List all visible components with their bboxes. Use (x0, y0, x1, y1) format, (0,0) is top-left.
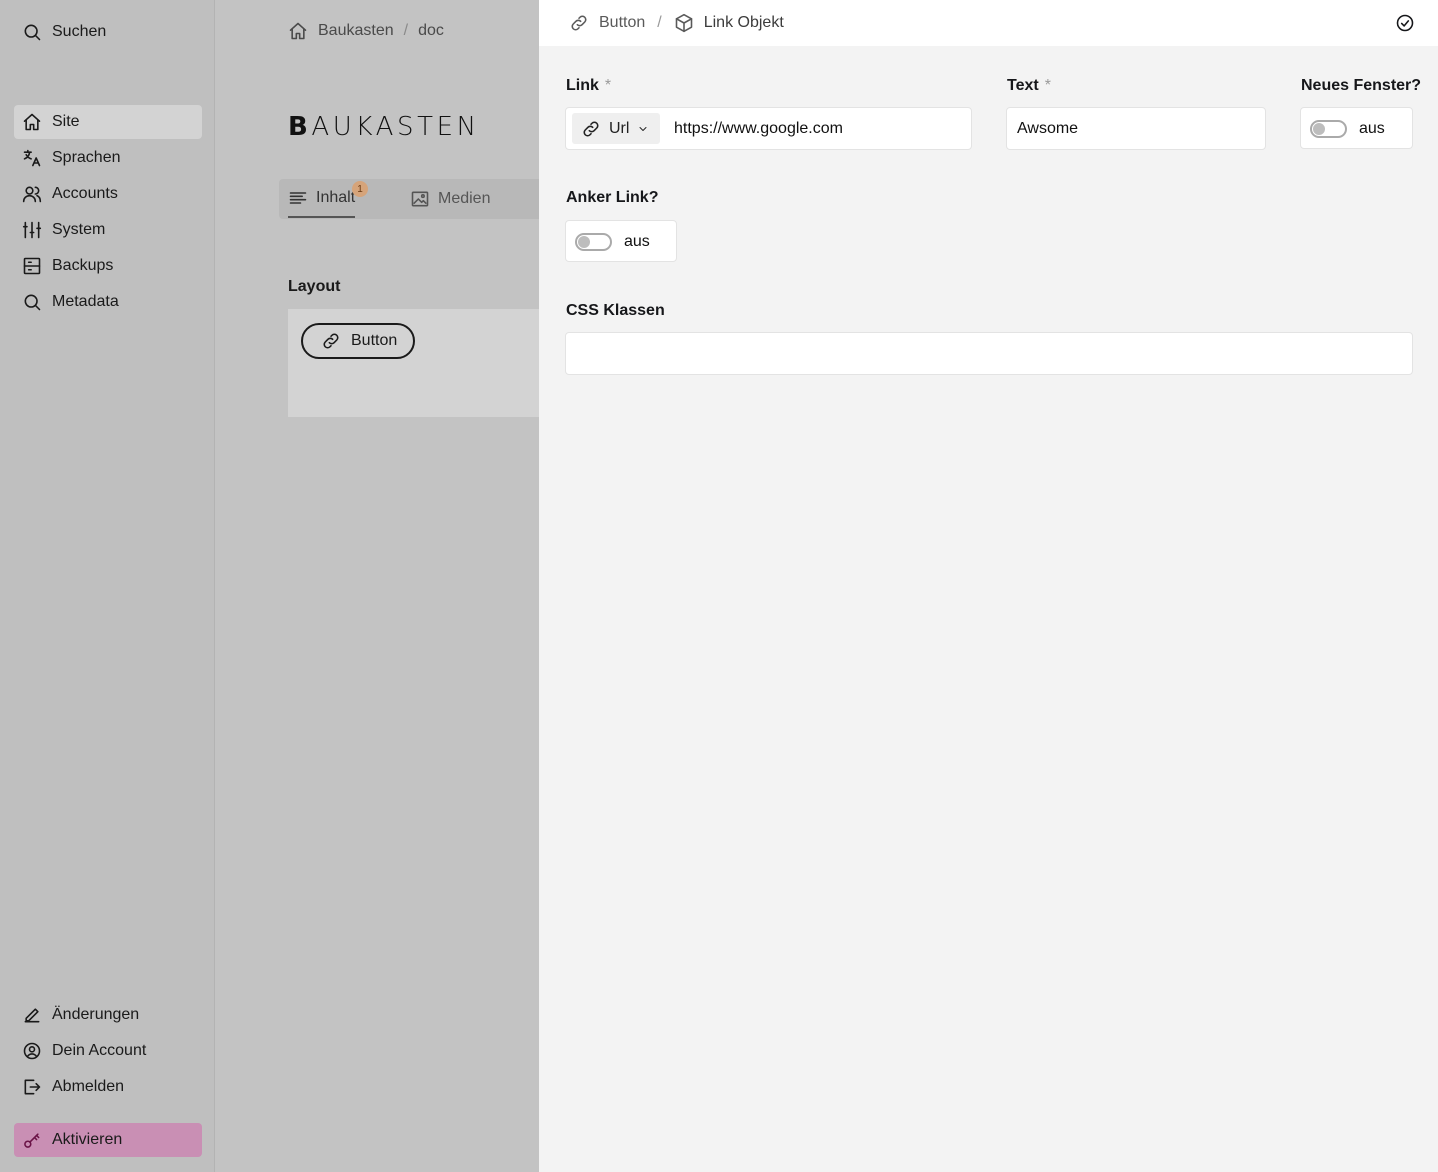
button-block-label: Button (351, 332, 398, 349)
translate-icon (23, 149, 41, 167)
box-icon (675, 13, 693, 33)
activate-label: Aktivieren (52, 1131, 123, 1148)
tab-label: Medien (438, 190, 491, 207)
home-icon[interactable] (288, 21, 308, 41)
sidebar-item-label: Metadata (52, 293, 119, 310)
sidebar-item-label: Accounts (52, 185, 118, 202)
archive-icon (23, 257, 41, 275)
sidebar-item-account[interactable]: Dein Account (14, 1034, 202, 1068)
image-icon (411, 191, 429, 207)
sidebar-item-site[interactable]: Site (14, 105, 202, 139)
sidebar-item-logout[interactable]: Abmelden (14, 1070, 202, 1104)
new-window-state: aus (1359, 120, 1385, 137)
sliders-icon (22, 221, 42, 239)
link-icon (571, 15, 587, 31)
tab-medien[interactable]: Medien (410, 179, 490, 219)
breadcrumb: Baukasten / doc (288, 21, 444, 41)
sidebar-item-label: Änderungen (52, 1006, 140, 1023)
link-type-label: Url (609, 119, 630, 137)
drawer-breadcrumb-current: Link Objekt (703, 14, 784, 31)
tab-badge: 1 (352, 181, 368, 197)
text-input[interactable]: Awsome (1006, 107, 1266, 150)
layout-section-title: Layout (288, 278, 341, 295)
link-field: Url https://www.google.com (565, 107, 972, 150)
sidebar-search-label: Suchen (52, 23, 107, 40)
breadcrumb-separator: / (657, 14, 662, 31)
chevron-down-icon (639, 126, 647, 131)
sidebar-item-label: Backups (52, 257, 114, 274)
sidebar-item-label: Sprachen (52, 149, 121, 166)
breadcrumb-item-page[interactable]: doc (418, 22, 444, 40)
sidebar-item-label: System (52, 221, 106, 238)
link-icon (323, 333, 339, 349)
user-circle-icon (23, 1042, 41, 1060)
text-label: Text * (1007, 77, 1051, 94)
content-tabs: Inhalt 1 Medien (279, 179, 549, 219)
anchor-link-toggle[interactable] (575, 233, 612, 251)
activate-button[interactable]: Aktivieren (14, 1123, 202, 1157)
breadcrumb-separator: / (403, 22, 409, 39)
link-url-input[interactable]: https://www.google.com (674, 120, 843, 138)
search-icon (24, 24, 41, 41)
text-input-value: Awsome (1017, 120, 1079, 137)
search-icon (24, 294, 41, 311)
tab-label: Inhalt (316, 188, 356, 206)
logout-icon (24, 1079, 41, 1095)
sidebar-item-backups[interactable]: Backups (14, 249, 202, 283)
sidebar-item-accounts[interactable]: Accounts (14, 177, 202, 211)
users-icon (22, 186, 42, 203)
button-block[interactable]: Button (301, 323, 416, 359)
anchor-link-state: aus (624, 233, 650, 250)
sidebar: Suchen Site Sprachen Accounts System Bac… (0, 0, 215, 1172)
sidebar-item-label: Site (52, 113, 80, 130)
main-content: Baukasten / doc BAUKASTEN Inhalt 1 Medie… (216, 0, 549, 1172)
drawer-header: Button / Link Objekt (539, 0, 1438, 46)
required-mark: * (1044, 77, 1051, 94)
sidebar-item-changes[interactable]: Änderungen (14, 998, 202, 1032)
home-icon (23, 113, 41, 131)
css-classes-label: CSS Klassen (566, 302, 665, 319)
sidebar-item-sprachen[interactable]: Sprachen (14, 141, 202, 175)
sidebar-item-system[interactable]: System (14, 213, 202, 247)
site-logo: BAUKASTEN (288, 112, 480, 142)
new-window-label: Neues Fenster? (1301, 77, 1422, 94)
sidebar-item-label: Abmelden (52, 1078, 125, 1095)
key-icon (24, 1133, 40, 1148)
link-type-dropdown[interactable]: Url (572, 113, 660, 144)
link-drawer: Button / Link Objekt Link * Url https://w… (539, 0, 1438, 1172)
new-window-toggle-field[interactable]: aus (1300, 107, 1413, 149)
link-label: Link * (566, 77, 612, 94)
anchor-link-toggle-field[interactable]: aus (565, 220, 677, 262)
css-classes-input[interactable] (565, 332, 1413, 375)
drawer-breadcrumb: Button / Link Objekt (569, 13, 784, 33)
text-align-icon (289, 191, 307, 204)
required-mark: * (604, 77, 612, 94)
sidebar-item-label: Dein Account (52, 1042, 147, 1059)
breadcrumb-item-site[interactable]: Baukasten (318, 22, 394, 40)
sidebar-search[interactable]: Suchen (14, 15, 202, 49)
new-window-toggle[interactable] (1310, 120, 1347, 138)
check-circle-icon[interactable] (1395, 13, 1415, 33)
drawer-breadcrumb-button[interactable]: Button (599, 14, 645, 32)
link-icon (583, 121, 599, 136)
sidebar-item-metadata[interactable]: Metadata (14, 285, 202, 319)
anchor-link-label: Anker Link? (566, 189, 659, 206)
layout-block[interactable]: Button (288, 309, 548, 417)
tab-inhalt[interactable]: Inhalt 1 (288, 179, 368, 218)
pencil-icon (24, 1008, 40, 1023)
